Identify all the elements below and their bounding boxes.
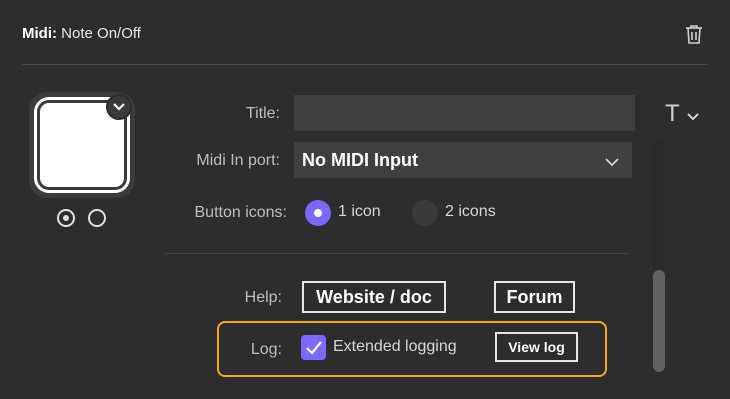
title-label: Title:: [245, 105, 280, 122]
view-log-button[interactable]: View log: [495, 332, 578, 362]
website-doc-button[interactable]: Website / doc: [302, 281, 446, 313]
scrollbar-thumb[interactable]: [653, 270, 665, 372]
midi-port-label: Midi In port:: [196, 152, 280, 169]
two-icons-radio[interactable]: [412, 200, 438, 226]
button-icons-label: Button icons:: [194, 204, 288, 221]
two-icons-label: 2 icons: [445, 203, 496, 220]
title-input[interactable]: [294, 95, 635, 131]
chevron-down-icon[interactable]: [106, 94, 132, 120]
log-label: Log:: [250, 341, 282, 358]
extended-logging-label: Extended logging: [333, 338, 457, 355]
chevron-down-icon: [604, 154, 620, 172]
midi-port-value: No MIDI Input: [302, 150, 418, 170]
help-label: Help:: [244, 289, 282, 306]
page-title: Midi: Note On/Off: [22, 25, 141, 42]
chevron-down-icon: [686, 101, 700, 129]
trash-icon[interactable]: [682, 22, 706, 46]
title-prefix: Midi:: [22, 25, 57, 42]
checkmark-icon: [305, 340, 322, 355]
state-1-radio[interactable]: [57, 209, 75, 227]
one-icon-option[interactable]: 1 icon: [305, 200, 395, 226]
one-icon-radio[interactable]: [305, 200, 331, 226]
forum-button[interactable]: Forum: [494, 281, 575, 313]
text-style-button[interactable]: T: [665, 100, 700, 129]
state-2-radio[interactable]: [88, 209, 106, 227]
text-style-glyph: T: [665, 100, 680, 127]
header: Midi: Note On/Off: [0, 0, 730, 66]
midi-port-select[interactable]: No MIDI Input: [294, 142, 632, 178]
one-icon-label: 1 icon: [338, 203, 381, 220]
title-action: Note On/Off: [61, 25, 141, 42]
two-icons-option[interactable]: 2 icons: [412, 200, 512, 226]
header-divider: [22, 64, 708, 65]
extended-logging-checkbox[interactable]: [301, 335, 326, 360]
section-divider: [165, 253, 628, 254]
